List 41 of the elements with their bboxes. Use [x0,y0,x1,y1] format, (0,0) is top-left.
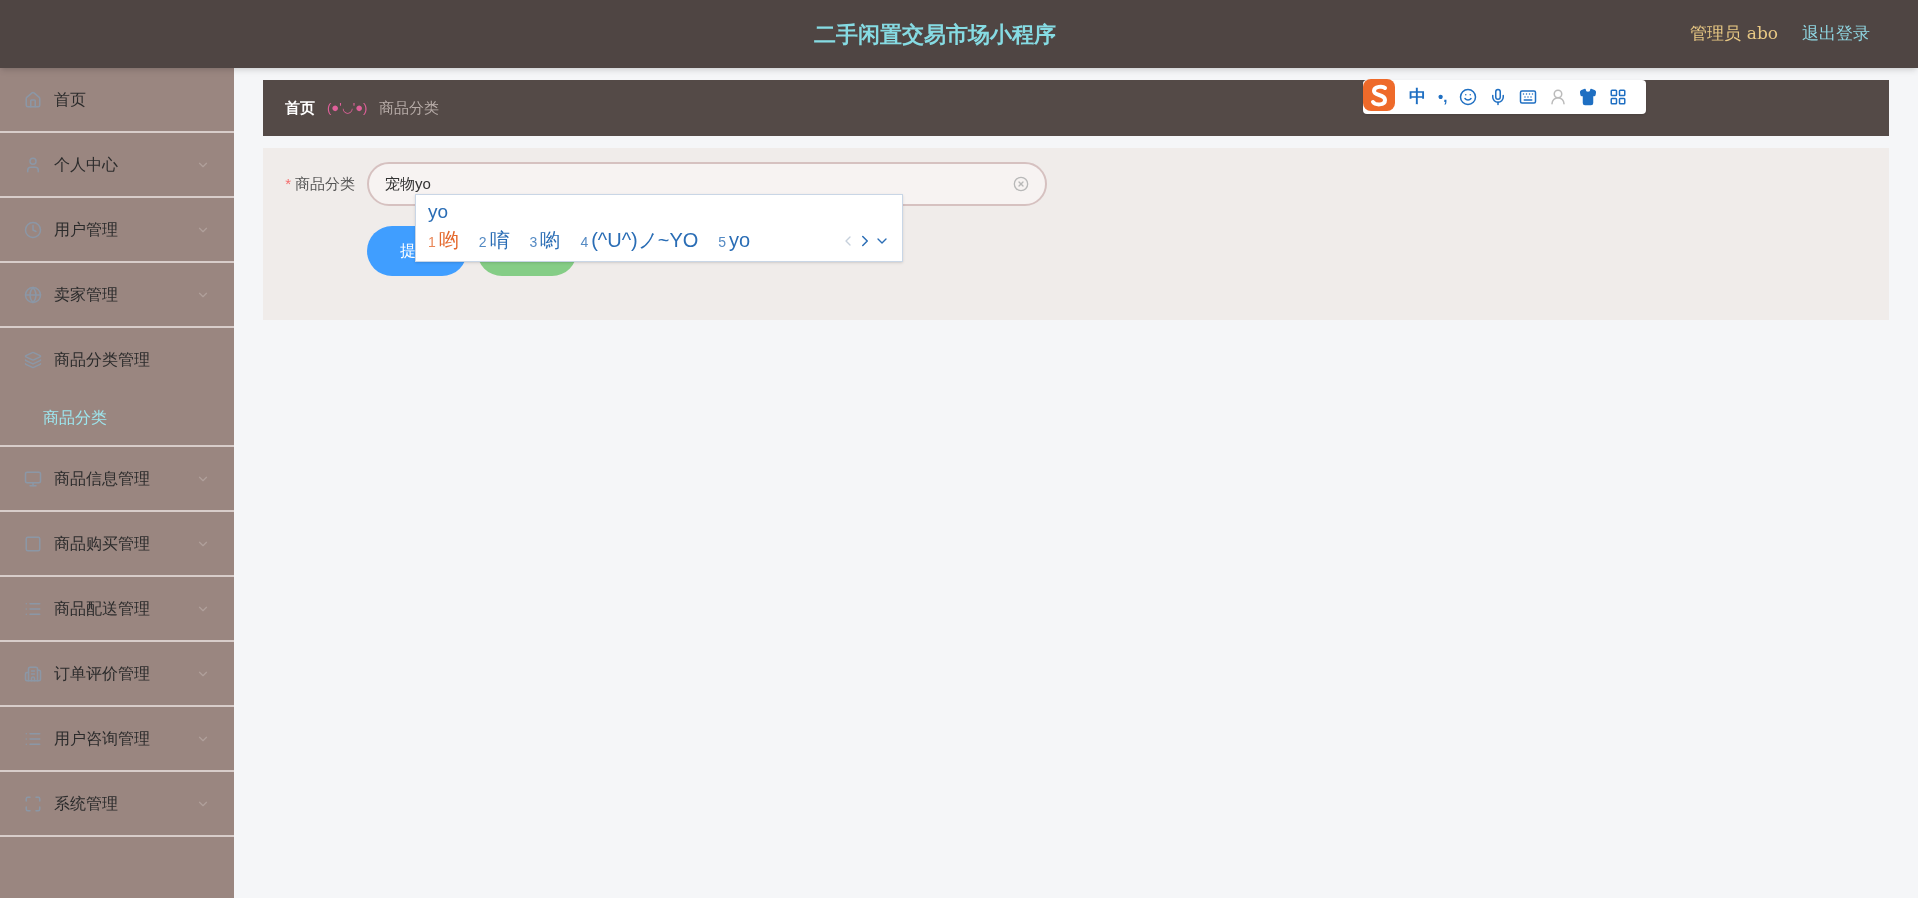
menu-item[interactable]: 首页 [0,68,234,131]
menu-item[interactable]: 订单评价管理 [0,642,234,705]
shirt-icon[interactable] [1579,88,1598,106]
menu-icon [24,155,42,174]
emoji-icon[interactable] [1459,88,1478,106]
menu-icon [24,350,42,369]
keyboard-icon[interactable] [1519,88,1538,106]
menu-item[interactable]: 商品分类管理 [0,328,234,391]
ime-candidate[interactable]: 5 yo [718,225,751,257]
ime-candidate[interactable]: 1 哟 [428,225,459,257]
ime-candidate[interactable]: 3 喲 [529,225,561,257]
menu-item[interactable]: 商品配送管理 [0,577,234,640]
admin-name: 管理员 abo [1690,22,1778,46]
submenu-item[interactable]: 商品分类 [0,391,234,445]
menu-item[interactable]: 卖家管理 [0,263,234,326]
menu-icon [24,664,42,683]
menu-item[interactable]: 用户管理 [0,198,234,261]
menu-item[interactable]: 商品信息管理 [0,447,234,510]
menu-icon [24,285,42,304]
menu-item[interactable]: 系统管理 [0,772,234,835]
app-title: 二手闲置交易市场小程序 [814,20,1056,49]
menu-item[interactable]: 用户咨询管理 [0,707,234,770]
breadcrumb-home[interactable]: 首页 [285,96,315,120]
ime-candidate[interactable]: 2 唷 [478,225,510,257]
punctuation-toggle[interactable]: •, [1438,85,1448,109]
menu-icon [24,469,42,488]
menu-icon [24,90,42,109]
field-label: 商品分类 [295,173,355,194]
menu-item[interactable]: 商品购买管理 [0,512,234,575]
menu-icon [24,534,42,553]
required-mark: * [285,173,291,194]
breadcrumb-separator: (●'◡'●) [327,99,368,118]
menu-icon [24,220,42,239]
ime-candidate[interactable]: 4(^U^)ノ~YO [580,225,699,257]
language-toggle[interactable]: 中 [1409,84,1426,110]
breadcrumb-current: 商品分类 [379,97,440,118]
clear-icon [1013,176,1029,192]
logout-link[interactable]: 退出登录 [1802,21,1870,47]
menu-icon [24,794,42,813]
menu-item[interactable]: 个人中心 [0,133,234,196]
grid-icon[interactable] [1609,88,1628,106]
